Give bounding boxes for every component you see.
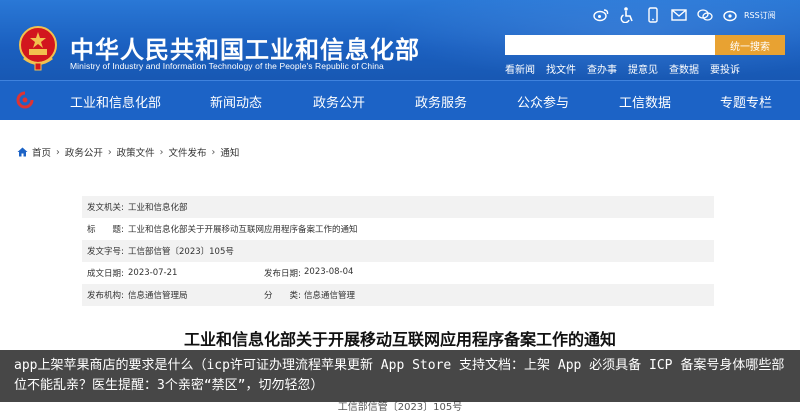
breadcrumb-policy-files[interactable]: 政策文件 [117, 145, 155, 159]
weibo-icon[interactable] [592, 6, 610, 24]
info-row-dates: 成文日期: 2023-07-21 发布日期: 2023-08-04 [82, 262, 714, 284]
org-value: 信息通信管理局 [128, 291, 188, 301]
document-info-table: 发文机关: 工业和信息化部 标 题: 工业和信息化部关于开展移动互联网应用程序备… [82, 196, 714, 306]
search-input[interactable] [505, 35, 715, 55]
site-title[interactable]: 中华人民共和国工业和信息化部 [70, 30, 420, 65]
quick-links: 看新闻 找文件 查办事 提意见 查数据 要投诉 [505, 61, 751, 76]
nav-item-topics[interactable]: 专题专栏 [720, 92, 772, 111]
docno-value: 工信部信管〔2023〕105号 [128, 247, 234, 257]
quick-link-data[interactable]: 查数据 [669, 61, 699, 76]
created-label: 成文日期: [87, 269, 124, 279]
quick-link-feedback[interactable]: 提意见 [628, 61, 658, 76]
breadcrumb-government-affairs[interactable]: 政务公开 [65, 145, 103, 159]
article-title: 工业和信息化部关于开展移动互联网应用程序备案工作的通知 [183, 330, 616, 349]
category-value: 信息通信管理 [304, 291, 356, 301]
category-label: 分 类: [264, 291, 301, 301]
caption-overlay: app上架苹果商店的要求是什么（icp许可证办理流程苹果更新 App Store… [0, 350, 800, 402]
title-label: 标 题: [87, 225, 124, 235]
info-row-title: 标 题: 工业和信息化部关于开展移动互联网应用程序备案工作的通知 [82, 218, 714, 240]
accessibility-icon[interactable] [618, 6, 636, 24]
quick-link-news[interactable]: 看新闻 [505, 61, 535, 76]
mail-icon[interactable] [670, 6, 688, 24]
home-icon[interactable] [15, 90, 35, 110]
wechat-icon[interactable] [696, 6, 714, 24]
breadcrumb-separator: › [107, 146, 112, 158]
info-row-issuer: 发文机关: 工业和信息化部 [82, 196, 714, 218]
breadcrumb: 首页 › 政务公开 › 政策文件 › 文件发布 › 通知 [17, 145, 239, 159]
nav-item-participation[interactable]: 公众参与 [517, 92, 569, 111]
published-label: 发布日期: [264, 269, 301, 279]
nav-item-news[interactable]: 新闻动态 [210, 92, 262, 111]
quick-link-services[interactable]: 查办事 [587, 61, 617, 76]
quick-link-files[interactable]: 找文件 [546, 61, 576, 76]
weibo-eye-icon[interactable] [722, 6, 740, 24]
created-value: 2023-07-21 [128, 268, 178, 278]
rss-subscribe-link[interactable]: RSS订阅 [744, 10, 776, 21]
nav-item-data[interactable]: 工信数据 [619, 92, 671, 111]
issuer-label: 发文机关: [87, 203, 124, 213]
breadcrumb-home[interactable]: 首页 [32, 145, 51, 159]
info-row-docno: 发文字号: 工信部信管〔2023〕105号 [82, 240, 714, 262]
mobile-icon[interactable] [644, 6, 662, 24]
title-value: 工业和信息化部关于开展移动互联网应用程序备案工作的通知 [128, 225, 358, 235]
nav-item-ministry[interactable]: 工业和信息化部 [70, 92, 161, 111]
info-row-org: 发布机构: 信息通信管理局 分 类: 信息通信管理 [82, 284, 714, 306]
home-icon[interactable] [17, 147, 28, 157]
breadcrumb-file-release[interactable]: 文件发布 [168, 145, 206, 159]
nav-item-government-affairs[interactable]: 政务公开 [313, 92, 365, 111]
quick-link-complaint[interactable]: 要投诉 [710, 61, 740, 76]
breadcrumb-separator: › [211, 146, 216, 158]
site-subtitle: Ministry of Industry and Information Tec… [70, 61, 384, 71]
national-emblem-logo [19, 26, 57, 71]
top-toolbar: RSS订阅 [592, 6, 776, 24]
breadcrumb-separator: › [159, 146, 164, 158]
published-value: 2023-08-04 [304, 267, 354, 277]
nav-item-services[interactable]: 政务服务 [415, 92, 467, 111]
breadcrumb-separator: › [56, 146, 60, 158]
docno-label: 发文字号: [87, 247, 124, 257]
issuer-value: 工业和信息化部 [128, 203, 188, 213]
org-label: 发布机构: [87, 291, 124, 301]
search-button[interactable]: 统一搜索 [715, 35, 785, 55]
breadcrumb-notice[interactable]: 通知 [220, 145, 239, 159]
